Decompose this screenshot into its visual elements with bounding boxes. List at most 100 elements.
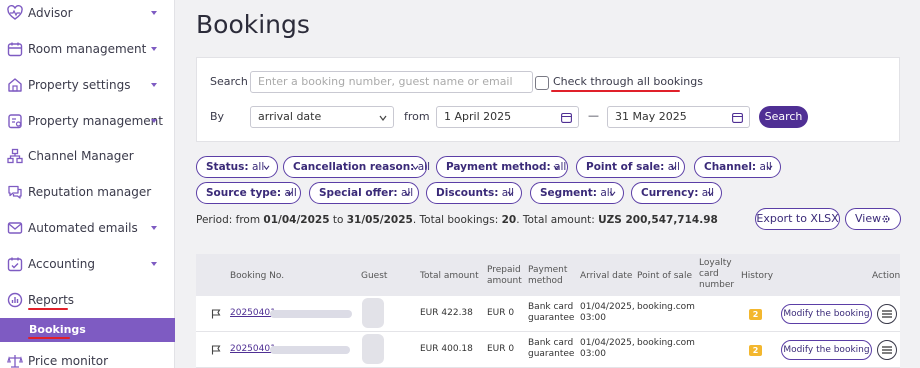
sidebar-item-room-management[interactable]: Room management — [0, 32, 175, 66]
source-type-filter-chip[interactable]: Source type: all — [196, 182, 301, 204]
to-date-input[interactable]: 31 May 2025 — [607, 106, 750, 128]
sidebar-item-property-settings[interactable]: Property settings — [0, 68, 175, 102]
col-prepaid-line1: Prepaid — [487, 265, 521, 275]
sidebar-item-label: Accounting — [28, 257, 96, 271]
bookings-highlight-underline — [28, 337, 70, 339]
chip-key: Cancellation reason: — [293, 161, 415, 173]
summary-to-word: to — [329, 214, 347, 226]
chevron-down-icon — [151, 119, 157, 123]
chip-key: Payment method: — [446, 161, 551, 173]
sidebar-item-accounting[interactable]: Accounting — [0, 247, 175, 281]
chevron-down-icon — [151, 262, 157, 266]
chevron-down-icon — [379, 115, 387, 121]
total-amount: EUR 400.18 — [420, 344, 473, 354]
sidebar-item-label: Advisor — [28, 6, 73, 20]
chip-key: Special offer: — [319, 187, 398, 199]
redacted-guest — [362, 298, 384, 328]
search-button[interactable]: Search — [759, 106, 808, 128]
chevron-down-icon — [553, 165, 560, 170]
sidebar-item-automated-emails[interactable]: Automated emails — [0, 211, 175, 245]
prepaid-amount: EUR 0 — [487, 308, 515, 318]
chevron-down-icon — [404, 191, 411, 196]
sidebar-item-channel-manager[interactable]: Channel Manager — [0, 139, 175, 173]
col-prepaid-line2: amount — [487, 276, 522, 286]
row-menu-button[interactable] — [877, 340, 897, 360]
history-badge[interactable]: 2 — [749, 309, 762, 320]
chip-key: Source type: — [206, 187, 282, 199]
sidebar-item-reputation-manager[interactable]: Reputation manager — [0, 175, 175, 209]
summary-to-date: 31/05/2025 — [346, 214, 413, 226]
col-loyalty: Loyalty card number — [699, 258, 734, 291]
modify-booking-button[interactable]: Modify the booking — [781, 304, 872, 324]
hamburger-icon — [882, 310, 892, 318]
calendar-icon — [732, 112, 743, 123]
summary-bookings-label: . Total bookings: — [412, 214, 502, 226]
flag-icon[interactable] — [211, 309, 221, 319]
booking-number-link[interactable]: 20250401 — [230, 308, 276, 319]
payment-method-filter-chip[interactable]: Payment method: all — [436, 156, 568, 178]
point-of-sale: booking.com — [637, 338, 695, 348]
point-of-sale: booking.com — [637, 302, 695, 312]
payment-method: Bank card guarantee — [528, 338, 574, 360]
by-select[interactable]: arrival date — [250, 106, 394, 128]
currency-filter-chip[interactable]: Currency: all — [631, 182, 722, 204]
chevron-down-icon — [507, 191, 514, 196]
scale-icon — [7, 355, 23, 368]
redacted-guest — [362, 334, 384, 364]
table-header: Booking No. Guest Total amount Prepaid am… — [196, 254, 900, 296]
chevron-down-icon — [151, 226, 157, 230]
calendar-icon — [561, 112, 572, 123]
payment-method-line1: Bank card — [528, 338, 574, 348]
sidebar: Advisor Room management Property setting… — [0, 0, 175, 368]
from-date-input[interactable]: 1 April 2025 — [436, 106, 579, 128]
chip-key: Channel: — [704, 161, 757, 173]
by-select-value: arrival date — [258, 110, 322, 123]
discounts-filter-chip[interactable]: Discounts: all — [426, 182, 522, 204]
col-arrival-date: Arrival date — [580, 271, 633, 281]
cancellation-reason-filter-chip[interactable]: Cancellation reason: all — [283, 156, 431, 178]
row-menu-button[interactable] — [877, 304, 897, 324]
search-input[interactable]: Enter a booking number, guest name or em… — [250, 71, 533, 93]
arrival-date-line2: 03:00 — [580, 313, 606, 323]
col-loyalty-line1: Loyalty — [699, 258, 732, 268]
modify-booking-button[interactable]: Modify the booking — [781, 340, 872, 360]
arrival-date: 01/04/2025, 03:00 — [580, 302, 635, 324]
export-xlsx-button[interactable]: Export to XLSX — [755, 208, 840, 230]
check-all-label[interactable]: Check through all bookings — [553, 75, 703, 88]
flag-icon[interactable] — [211, 345, 221, 355]
search-label: Search — [210, 75, 248, 88]
view-button[interactable]: View — [845, 208, 901, 230]
status-filter-chip[interactable]: Status: all — [196, 156, 278, 178]
arrival-date-line1: 01/04/2025, — [580, 338, 635, 348]
sidebar-item-advisor[interactable]: Advisor — [0, 0, 175, 30]
period-summary: Period: from 01/04/2025 to 31/05/2025. T… — [196, 214, 718, 226]
check-all-checkbox[interactable] — [535, 76, 549, 90]
special-offer-filter-chip[interactable]: Special offer: all — [309, 182, 419, 204]
payment-method: Bank card guarantee — [528, 302, 574, 324]
prepaid-amount: EUR 0 — [487, 344, 515, 354]
redacted-booking-suffix — [270, 346, 350, 354]
chevron-down-icon — [151, 83, 157, 87]
sidebar-item-property-management[interactable]: Property management — [0, 104, 175, 138]
chip-value: all — [417, 161, 431, 173]
col-payment-line2: method — [528, 276, 563, 286]
chip-key: Discounts: — [436, 187, 499, 199]
table-row: 20250401 EUR 400.18 EUR 0 Bank card guara… — [196, 332, 900, 368]
col-point-of-sale: Point of sale — [637, 271, 692, 281]
col-payment-method: Payment method — [528, 265, 567, 287]
sidebar-item-label: Reputation manager — [28, 185, 152, 199]
chevron-down-icon — [151, 11, 157, 15]
segment-filter-chip[interactable]: Segment: all — [530, 182, 624, 204]
col-total-amount: Total amount — [420, 271, 479, 281]
sidebar-item-price-monitor[interactable]: Price monitor — [0, 344, 175, 368]
payment-method-line2: guarantee — [528, 349, 575, 359]
booking-number-link[interactable]: 20250401 — [230, 344, 276, 355]
history-badge[interactable]: 2 — [749, 345, 762, 356]
point-of-sale-filter-chip[interactable]: Point of sale: all — [576, 156, 685, 178]
channel-filter-chip[interactable]: Channel: all — [694, 156, 781, 178]
arrival-date-line2: 03:00 — [580, 349, 606, 359]
sidebar-subitem-bookings[interactable]: Bookings — [0, 318, 175, 342]
chip-key: Status: — [206, 161, 249, 173]
sidebar-item-reports[interactable]: Reports — [0, 283, 175, 317]
filter-panel: Search Enter a booking number, guest nam… — [196, 57, 900, 142]
